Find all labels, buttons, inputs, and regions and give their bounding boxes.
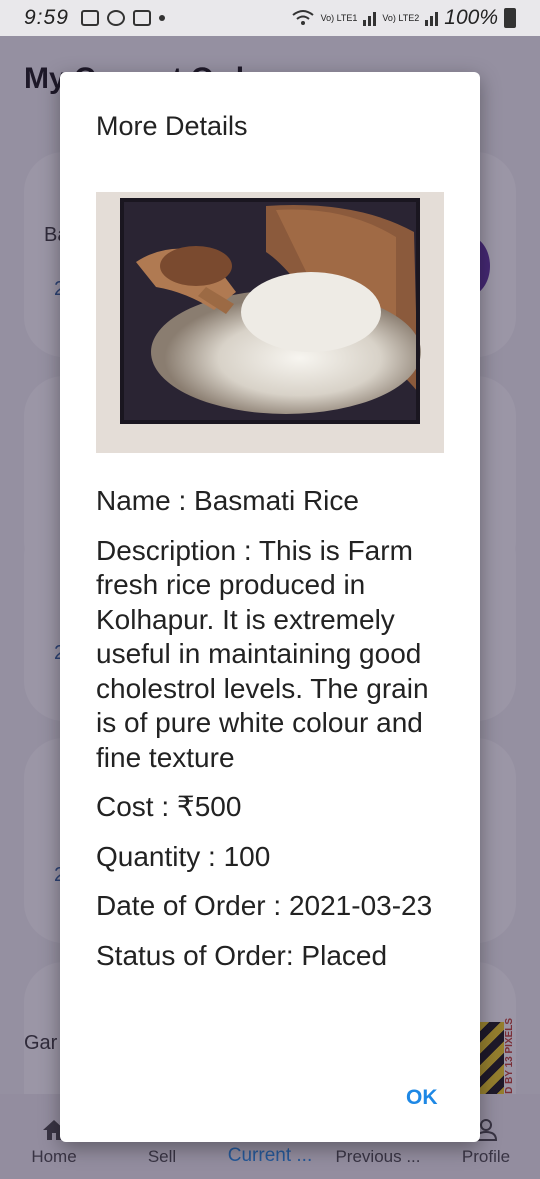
signal1-icon	[363, 10, 377, 26]
sim2-label: Vo) LTE2	[382, 12, 420, 23]
battery-percent: 100%	[444, 6, 498, 29]
gallery-notification-icon	[80, 10, 99, 26]
ok-button[interactable]: OK	[396, 1080, 448, 1116]
product-description: Description : This is Farm fresh rice pr…	[96, 534, 429, 773]
product-cost: Cost : ₹500	[96, 791, 242, 822]
sim1-label: Vo) LTE1	[320, 12, 358, 23]
more-notifications-icon	[158, 15, 165, 21]
status-time: 9:59	[24, 6, 69, 29]
product-quantity: Quantity : 100	[96, 840, 271, 872]
more-details-dialog: More Details Name : Basmati Rice Descrip…	[60, 72, 480, 1142]
product-image	[96, 192, 444, 453]
whatsapp-notification-icon	[106, 10, 125, 26]
dialog-title: More Details	[96, 111, 248, 141]
monitor-notification-icon	[132, 10, 151, 26]
status-bar: 9:59 Vo) LTE1 Vo) LTE2 100%	[0, 0, 540, 36]
product-name: Name : Basmati Rice	[96, 485, 359, 516]
signal2-icon	[425, 10, 439, 26]
battery-icon	[504, 8, 516, 28]
order-date: Date of Order : 2021-03-23	[96, 890, 433, 921]
order-status: Status of Order: Placed	[96, 939, 388, 971]
order-details: Name : Basmati Rice Description : This i…	[96, 484, 446, 988]
wifi-icon	[291, 10, 314, 25]
